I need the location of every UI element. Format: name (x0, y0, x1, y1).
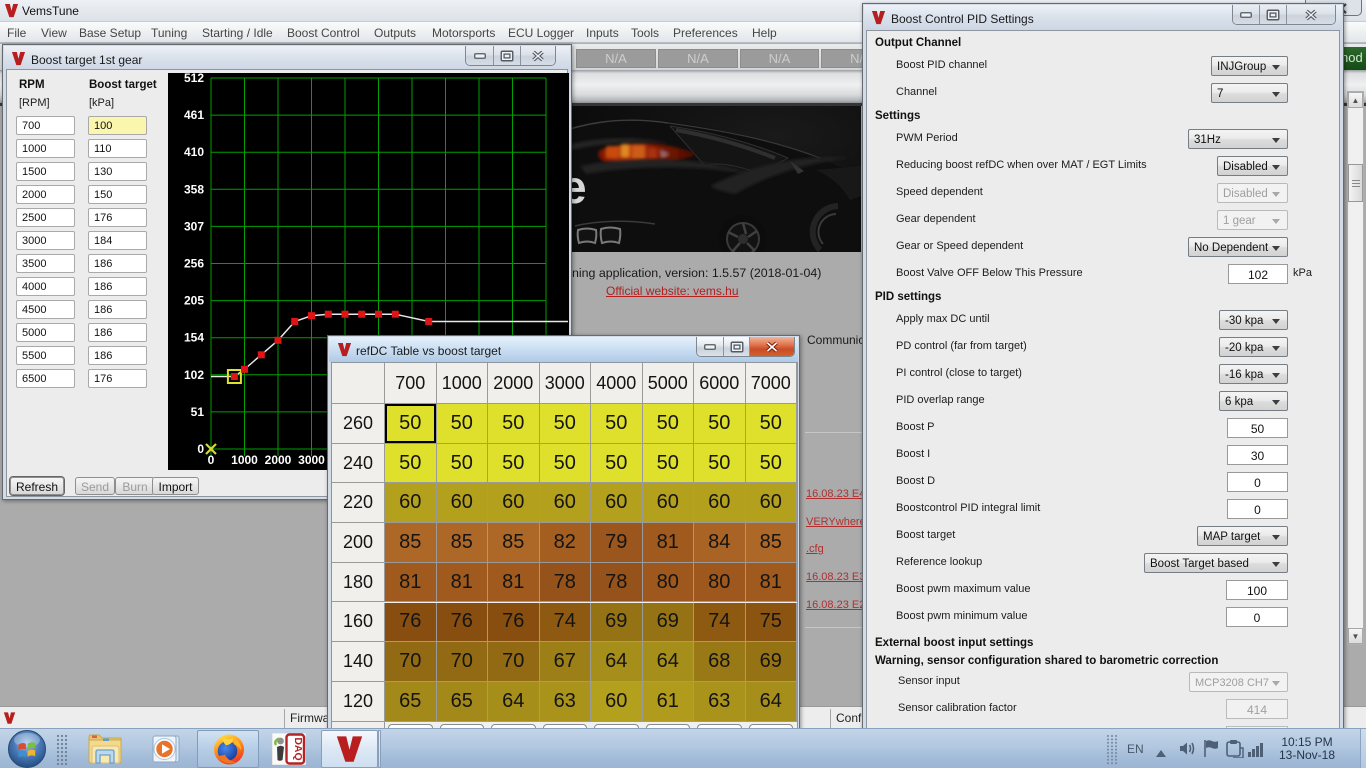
svg-text:3000: 3000 (298, 453, 325, 467)
svg-text:205: 205 (184, 294, 204, 308)
svg-text:0: 0 (208, 453, 215, 467)
svg-text:1000: 1000 (231, 453, 258, 467)
svg-text:512: 512 (184, 73, 204, 85)
svg-text:461: 461 (184, 108, 204, 122)
svg-text:256: 256 (184, 257, 204, 271)
svg-text:102: 102 (184, 368, 204, 382)
svg-text:DAQ: DAQ (292, 737, 304, 760)
svg-text:2000: 2000 (265, 453, 292, 467)
svg-text:0: 0 (197, 442, 204, 456)
svg-text:51: 51 (191, 405, 205, 419)
svg-text:307: 307 (184, 219, 204, 233)
svg-text:358: 358 (184, 182, 204, 196)
svg-text:154: 154 (184, 331, 204, 345)
svg-text:410: 410 (184, 145, 204, 159)
